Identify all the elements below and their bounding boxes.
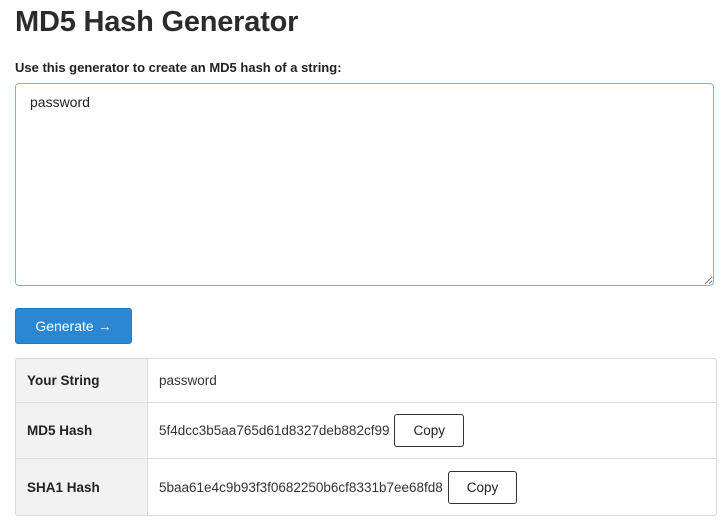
row-value-cell: 5baa61e4c9b93f3f0682250b6cf8331b7ee68fd8…: [148, 459, 716, 515]
row-label: SHA1 Hash: [16, 459, 148, 515]
copy-md5-button[interactable]: Copy: [394, 414, 464, 447]
results-table: Your String password MD5 Hash 5f4dcc3b5a…: [15, 358, 717, 516]
page-title: MD5 Hash Generator: [15, 6, 299, 38]
table-row-sha1: SHA1 Hash 5baa61e4c9b93f3f0682250b6cf833…: [16, 458, 716, 515]
sha1-hash-value: 5baa61e4c9b93f3f0682250b6cf8331b7ee68fd8: [159, 479, 443, 495]
arrow-right-icon: →: [97, 318, 112, 334]
row-label: Your String: [16, 359, 148, 402]
table-row-your-string: Your String password: [16, 359, 716, 402]
row-value-cell: password: [148, 359, 716, 402]
your-string-value: password: [159, 373, 217, 388]
input-label: Use this generator to create an MD5 hash…: [15, 60, 342, 75]
generate-button[interactable]: Generate →: [15, 308, 132, 344]
table-row-md5: MD5 Hash 5f4dcc3b5aa765d61d8327deb882cf9…: [16, 402, 716, 458]
string-input[interactable]: [15, 83, 714, 286]
row-label: MD5 Hash: [16, 403, 148, 458]
generate-button-label: Generate: [35, 318, 94, 334]
copy-sha1-button[interactable]: Copy: [447, 470, 518, 504]
page: MD5 Hash Generator Use this generator to…: [0, 0, 723, 521]
row-value-cell: 5f4dcc3b5aa765d61d8327deb882cf99 Copy: [148, 403, 716, 458]
md5-hash-value: 5f4dcc3b5aa765d61d8327deb882cf99: [159, 423, 390, 438]
